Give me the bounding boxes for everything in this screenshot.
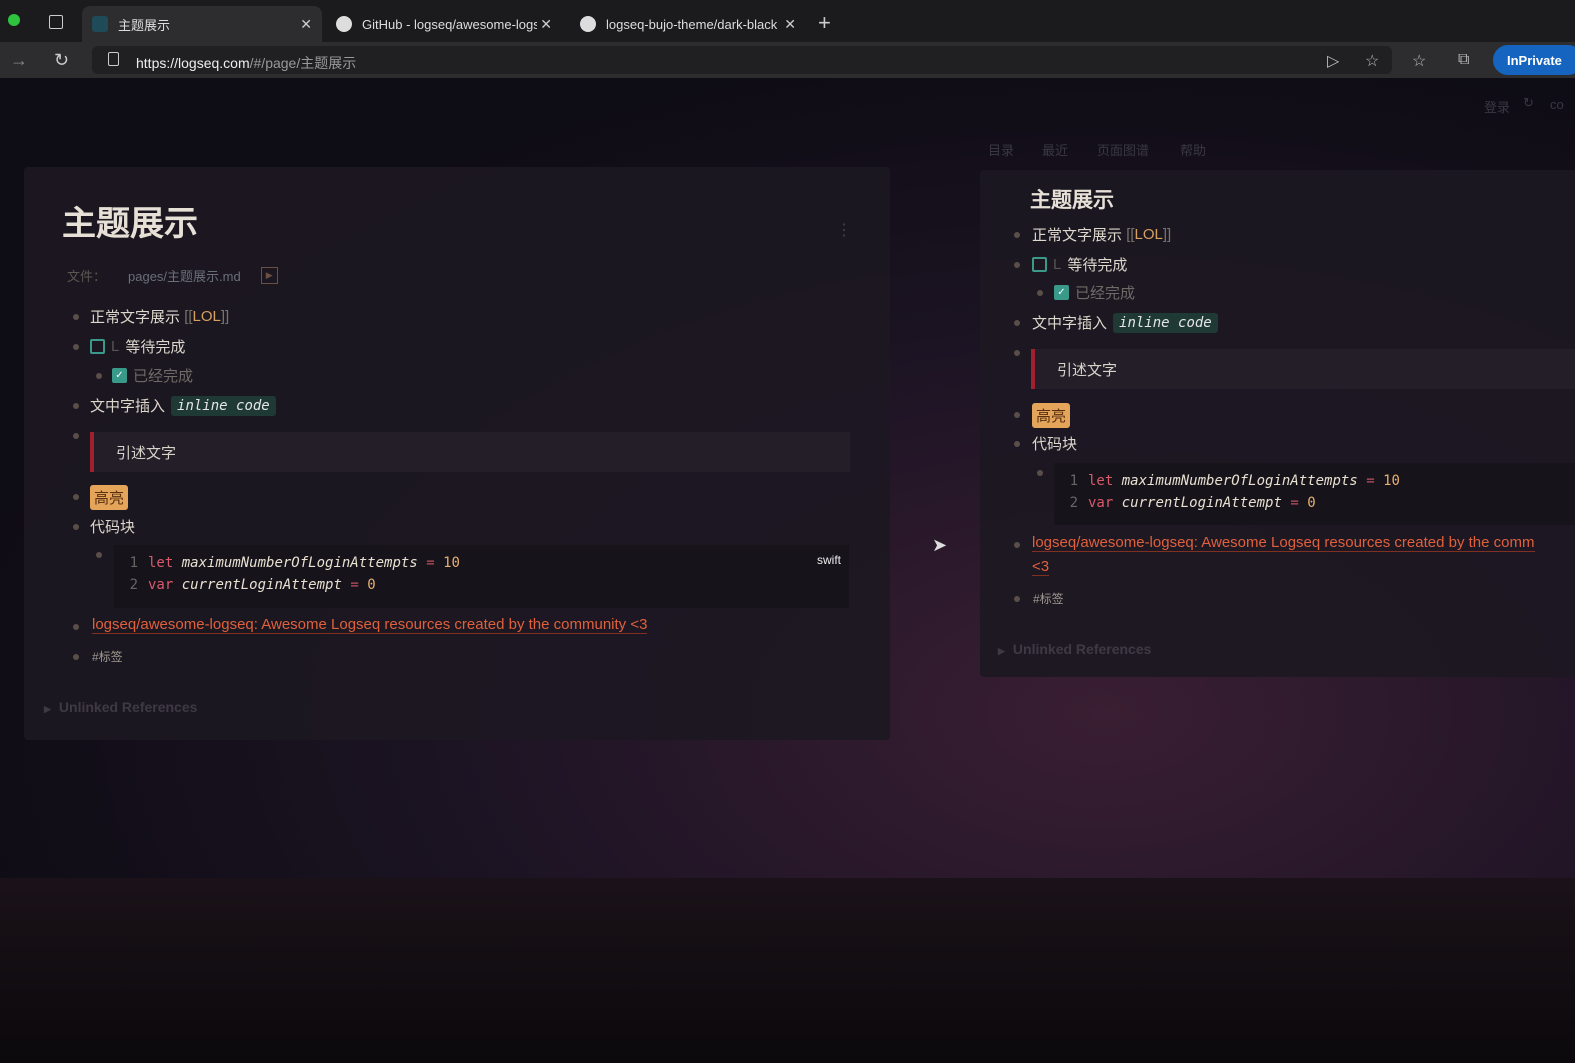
sidebar-block-inline-code[interactable]: 文中字插入 inline code	[1032, 312, 1218, 333]
bullet[interactable]	[1014, 232, 1020, 238]
tab-actions-icon[interactable]	[49, 15, 63, 29]
file-path-link[interactable]: pages/主题展示.md	[128, 266, 241, 285]
close-icon[interactable]: ✕	[540, 16, 552, 33]
bullet[interactable]	[1014, 412, 1020, 418]
page-ref-lol[interactable]: [[LOL]]	[184, 308, 229, 325]
forward-icon[interactable]: →	[10, 50, 28, 71]
bullet[interactable]	[1037, 470, 1043, 476]
inprivate-badge[interactable]: InPrivate	[1493, 45, 1575, 75]
tab-bar: 主题展示 ✕ GitHub - logseq/awesome-logseq ✕ lo…	[0, 0, 1575, 42]
logseq-icon	[92, 16, 108, 32]
read-aloud-icon[interactable]: ▷	[1327, 51, 1339, 71]
sidebar-block-done[interactable]: ✓ 已经完成	[1054, 282, 1135, 303]
block-link[interactable]: logseq/awesome-logseq: Awesome Logseq re…	[92, 616, 648, 634]
open-file-icon[interactable]: ▶	[260, 267, 278, 284]
block-normal-text[interactable]: 正常文字展示 [[LOL]]	[90, 306, 229, 327]
sidebar-block-link-cont[interactable]: <3	[1032, 558, 1050, 576]
address-bar-row: → ↻ https://logseq.com/#/page/主题展示 ▷ ☆ ☆…	[0, 42, 1575, 78]
sidebar-block-link[interactable]: logseq/awesome-logseq: Awesome Logseq re…	[1032, 534, 1535, 552]
external-link[interactable]: logseq/awesome-logseq: Awesome Logseq re…	[92, 616, 648, 634]
nav-help[interactable]: 帮助	[1180, 140, 1206, 159]
bullet[interactable]	[73, 624, 79, 630]
bullet[interactable]	[73, 654, 79, 660]
todo-checkbox[interactable]	[1032, 257, 1047, 272]
tab-logseq[interactable]: 主题展示 ✕	[82, 6, 322, 42]
block-todo[interactable]: L 等待完成	[90, 336, 185, 357]
tab-github-awesome[interactable]: GitHub - logseq/awesome-logseq ✕	[326, 6, 562, 42]
sidebar-blockquote[interactable]: 引述文字	[1031, 349, 1575, 389]
unlinked-references-toggle[interactable]: ▶ Unlinked References	[44, 699, 197, 715]
tab-github-bujo[interactable]: logseq-bujo-theme/dark-black ✕	[570, 6, 806, 42]
sidebar-block-highlight[interactable]: 高亮	[1032, 403, 1071, 428]
nav-recent[interactable]: 最近	[1042, 140, 1068, 159]
bullet[interactable]	[96, 373, 102, 379]
block-inline-code[interactable]: 文中字插入 inline code	[90, 395, 276, 416]
bullet[interactable]	[1014, 441, 1020, 447]
done-checkbox[interactable]: ✓	[112, 368, 127, 383]
sidebar-code-block[interactable]: 1 let maximumNumberOfLoginAttempts = 10 2…	[1054, 463, 1575, 525]
github-icon	[580, 16, 596, 32]
code-language: swift	[817, 553, 841, 567]
reload-icon[interactable]: ↻	[54, 50, 69, 71]
favorites-icon[interactable]: ☆	[1412, 51, 1426, 71]
mouse-cursor-icon: ➤	[932, 535, 948, 555]
url-input[interactable]: https://logseq.com/#/page/主题展示	[92, 46, 1392, 74]
block-done[interactable]: ✓ 已经完成	[112, 365, 193, 386]
tag-link[interactable]: #标签	[92, 648, 123, 665]
bullet[interactable]	[73, 494, 79, 500]
block-highlight[interactable]: 高亮	[90, 485, 129, 510]
bullet[interactable]	[1014, 542, 1020, 548]
tag-link[interactable]: #标签	[1033, 590, 1064, 607]
block-code-label[interactable]: 代码块	[90, 516, 135, 537]
sidebar-block-code-label[interactable]: 代码块	[1032, 433, 1077, 454]
add-favorite-icon[interactable]: ☆	[1365, 51, 1379, 71]
nav-all-pages[interactable]: 目录	[988, 140, 1014, 159]
page-ref-lol[interactable]: [[LOL]]	[1126, 226, 1171, 243]
new-tab-button[interactable]: +	[818, 10, 831, 36]
bullet[interactable]	[1014, 262, 1020, 268]
bullet[interactable]	[1014, 596, 1020, 602]
sidebar-block-todo[interactable]: L 等待完成	[1032, 254, 1127, 275]
code-block[interactable]: 1 let maximumNumberOfLoginAttempts = 10 2…	[114, 545, 849, 608]
block-tag[interactable]: #标签	[92, 648, 123, 665]
window-control[interactable]	[8, 14, 20, 26]
bullet[interactable]	[73, 403, 79, 409]
bullet[interactable]	[73, 314, 79, 320]
close-icon[interactable]: ✕	[784, 16, 796, 33]
external-link[interactable]: logseq/awesome-logseq: Awesome Logseq re…	[1032, 534, 1535, 552]
todo-checkbox[interactable]	[90, 339, 105, 354]
sidebar-page-title[interactable]: 主题展示	[1030, 184, 1114, 214]
login-link[interactable]: 登录	[1484, 97, 1510, 116]
nav-graph[interactable]: 页面图谱	[1097, 140, 1149, 159]
bullet[interactable]	[1014, 350, 1020, 356]
bullet[interactable]	[96, 552, 102, 558]
bullet[interactable]	[1037, 290, 1043, 296]
sidebar-unlinked-references-toggle[interactable]: ▶ Unlinked References	[998, 641, 1151, 657]
bullet[interactable]	[73, 524, 79, 530]
github-icon	[336, 16, 352, 32]
bullet[interactable]	[73, 433, 79, 439]
user-label[interactable]: co	[1550, 97, 1564, 112]
lock-icon	[108, 52, 119, 66]
sidebar-block-tag[interactable]: #标签	[1033, 590, 1064, 607]
collections-icon[interactable]: ⧉	[1458, 51, 1469, 69]
done-checkbox[interactable]: ✓	[1054, 285, 1069, 300]
page-title: 主题展示	[62, 205, 198, 243]
more-icon[interactable]: ⋮	[836, 220, 852, 240]
blockquote[interactable]: 引述文字	[90, 432, 850, 472]
file-info: 文件： pages/主题展示.md ▶	[67, 266, 278, 285]
sync-icon[interactable]: ↻	[1523, 95, 1534, 111]
close-icon[interactable]: ✕	[300, 16, 312, 33]
sidebar-block-normal[interactable]: 正常文字展示 [[LOL]]	[1032, 224, 1171, 245]
bullet[interactable]	[1014, 320, 1020, 326]
bullet[interactable]	[73, 344, 79, 350]
